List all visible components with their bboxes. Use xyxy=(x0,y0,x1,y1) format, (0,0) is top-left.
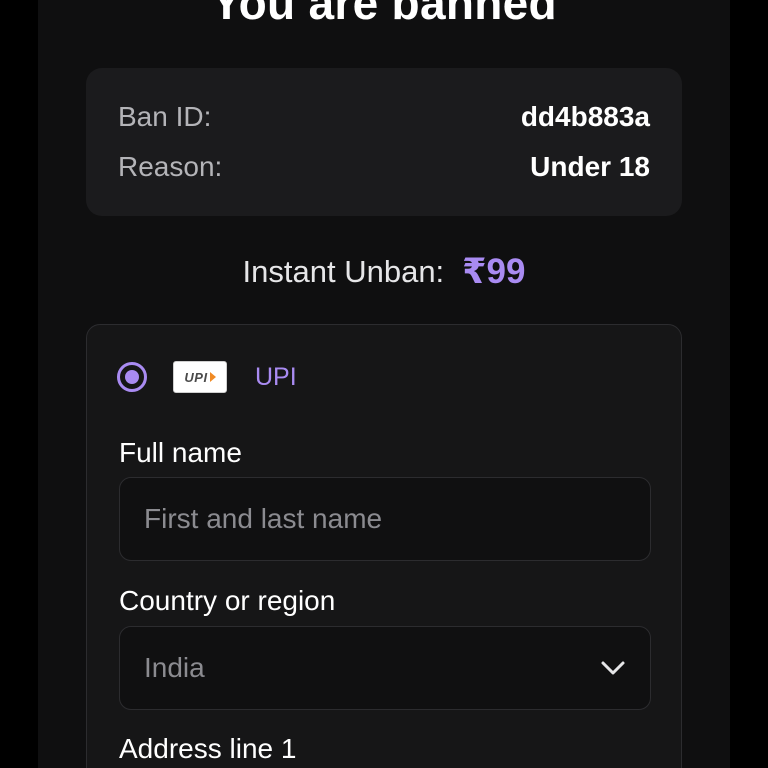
ban-id-label: Ban ID: xyxy=(118,101,212,132)
upi-logo-icon: UPI xyxy=(173,361,227,393)
country-value: India xyxy=(144,652,205,683)
reason-value: Under 18 xyxy=(530,151,650,182)
ban-page: You are banned Ban ID: dd4b883a Reason: … xyxy=(38,0,730,768)
address-line-1-label: Address line 1 xyxy=(119,733,297,764)
unban-price: ₹99 xyxy=(462,252,526,291)
payment-method-label[interactable]: UPI xyxy=(255,363,297,392)
page-title: You are banned xyxy=(211,0,557,29)
country-label: Country or region xyxy=(119,585,336,616)
full-name-input[interactable]: First and last name xyxy=(119,477,651,561)
radio-selected-icon[interactable] xyxy=(117,362,147,392)
upi-logo-arrow xyxy=(209,372,216,382)
instant-unban-label: Instant Unban: xyxy=(242,254,445,289)
instant-unban-line: Instant Unban: ₹99 xyxy=(38,248,730,296)
radio-dot xyxy=(125,370,139,384)
full-name-placeholder: First and last name xyxy=(144,503,383,534)
upi-logo-text: UPI xyxy=(184,369,208,385)
country-select[interactable]: India xyxy=(119,626,651,710)
ban-info-card: Ban ID: dd4b883a Reason: Under 18 xyxy=(86,68,682,216)
full-name-label: Full name xyxy=(119,437,242,468)
payment-method-upi[interactable]: UPI UPI xyxy=(117,359,297,395)
chevron-down-icon[interactable] xyxy=(600,660,626,676)
payment-card: UPI UPI Full name First and last name Co… xyxy=(86,324,682,768)
ban-id-row: Ban ID: dd4b883a xyxy=(118,99,650,135)
ban-id-value: dd4b883a xyxy=(520,101,650,132)
reason-label: Reason: xyxy=(118,151,223,182)
reason-row: Reason: Under 18 xyxy=(118,149,650,185)
